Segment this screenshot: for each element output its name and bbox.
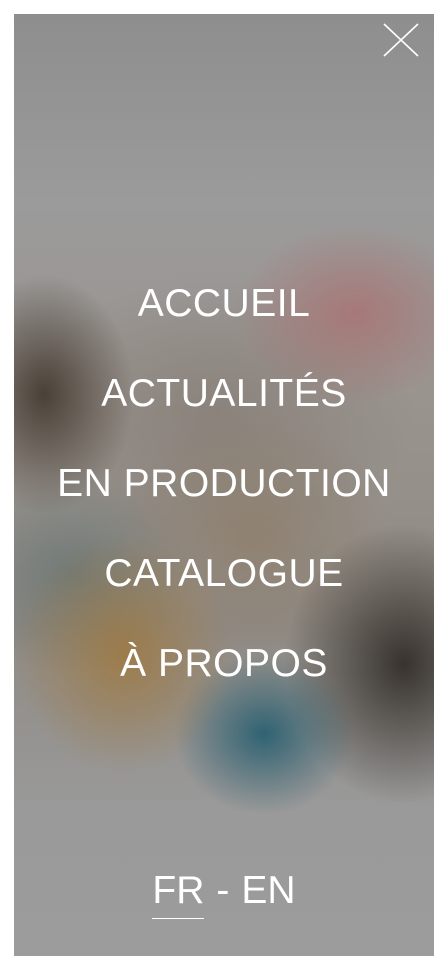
- menu-item-a-propos[interactable]: À PROPOS: [120, 638, 328, 728]
- language-switcher: FR - EN: [14, 864, 434, 919]
- language-en-link[interactable]: EN: [241, 864, 295, 918]
- language-separator: -: [216, 869, 230, 912]
- menu-item-accueil[interactable]: ACCUEIL: [138, 278, 311, 368]
- menu-overlay: ACCUEIL ACTUALITÉS EN PRODUCTION CATALOG…: [14, 14, 434, 956]
- main-menu: ACCUEIL ACTUALITÉS EN PRODUCTION CATALOG…: [14, 278, 434, 728]
- menu-item-en-production[interactable]: EN PRODUCTION: [57, 458, 391, 548]
- close-icon: [383, 23, 419, 57]
- menu-item-catalogue[interactable]: CATALOGUE: [104, 548, 343, 638]
- close-button[interactable]: [380, 18, 424, 62]
- language-fr-link[interactable]: FR: [152, 864, 205, 919]
- menu-item-actualites[interactable]: ACTUALITÉS: [101, 368, 347, 458]
